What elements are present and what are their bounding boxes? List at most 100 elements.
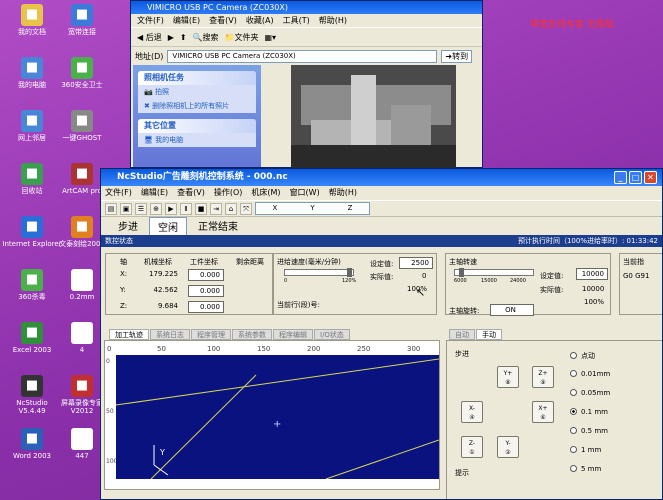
ruler-left-tick: 0 [106,358,110,365]
coord-entry[interactable]: X Y Z [255,202,370,215]
step-option[interactable]: 0.5 mm [570,427,608,435]
mode-tab[interactable]: 步进 [109,216,147,235]
pause-icon[interactable]: Ⅱ [180,202,192,215]
view-tab[interactable]: 程序管理 [191,329,231,340]
axis-header-remaining: 剩余距离 [236,258,264,266]
view-tab[interactable]: 程序编辑 [273,329,313,340]
jog-y-minus-button[interactable]: Y- ② [497,436,519,458]
jog-z-minus-button[interactable]: Z- ① [461,436,483,458]
ncstudio-icon: ■ [21,375,43,397]
step-option[interactable]: 点动 [570,351,595,361]
view-tab[interactable]: 系统参数 [232,329,272,340]
maximize-button[interactable]: □ [629,171,642,184]
spindle-set-value[interactable]: 10000 [576,268,608,280]
nc-titlebar: NcStudio广告雕刻机控制系统 - 000.nc _ □ ✕ [101,169,662,186]
control-tab[interactable]: 手动 [476,329,502,340]
feed-slider-thumb[interactable] [347,268,352,277]
place-my-computer[interactable]: 🖥 我的电脑 [138,133,256,147]
step-option[interactable]: 0.1 mm [570,408,608,416]
desktop-icon[interactable]: ■ 宽带连接 [52,4,112,36]
home-icon[interactable]: ⌂ [225,202,237,215]
open-file-icon[interactable]: ▤ [105,202,117,215]
back-label: 后退 [145,32,162,42]
step-option[interactable]: 5 mm [570,465,601,473]
explorer-menu-item[interactable]: 文件(F) [137,16,164,25]
desktop-icon[interactable]: ■ 360安全卫士 [52,57,112,89]
nc-menu-item[interactable]: 窗口(W) [290,188,320,197]
desktop-icon[interactable]: ■ 一键GHOST [52,110,112,142]
list-icon[interactable]: ☰ [135,202,147,215]
ruler-top-tick: 0 [107,345,111,353]
close-button[interactable]: ✕ [644,171,657,184]
nc-menu-item[interactable]: 机床(M) [251,188,280,197]
task-delete-photos[interactable]: ✖ 删除照相机上的所有照片 [138,99,256,113]
save-icon[interactable]: ▣ [120,202,132,215]
radio-icon[interactable] [570,389,577,396]
jog-z-plus-button[interactable]: Z+ ⑨ [532,366,554,388]
explorer-menu-item[interactable]: 收藏(A) [246,16,274,25]
coord-z-label: Z [347,204,353,212]
control-tab[interactable]: 自动 [449,329,475,340]
feed-slider[interactable] [284,268,354,277]
jog-y-plus-button[interactable]: Y+ ⑧ [497,366,519,388]
nc-menu-item[interactable]: 编辑(E) [141,188,168,197]
other-places-title[interactable]: 其它位置 [138,119,256,133]
nc-menu-item[interactable]: 操作(O) [214,188,243,197]
back-button[interactable]: ◀ 后退 [137,32,162,43]
forward-button[interactable]: ▶ [168,33,174,42]
view-tab[interactable]: 系统日志 [150,329,190,340]
views-button[interactable]: ▦▾ [265,33,277,42]
ruler-top-tick: 200 [307,345,320,353]
step-option[interactable]: 1 mm [570,446,601,454]
current-cmd-label: 当前指 [623,258,644,266]
nc-menu-item[interactable]: 帮助(H) [329,188,357,197]
up-button[interactable]: ⬆ [180,33,187,42]
mode-tab[interactable]: 正常结束 [189,216,247,235]
zoom-icon[interactable]: ⊕ [150,202,162,215]
radio-icon[interactable] [570,408,577,415]
folders-button[interactable]: 📁文件夹 [225,32,259,43]
jog-icon[interactable]: ⤧ [240,202,252,215]
nc-menu-item[interactable]: 查看(V) [177,188,205,197]
explorer-menu-item[interactable]: 编辑(E) [173,16,200,25]
mode-tab[interactable]: 空闲 [149,217,187,235]
camera-tasks-panel: 照相机任务 📷 拍照 ✖ 删除照相机上的所有照片 [138,71,256,113]
task-take-photo[interactable]: 📷 拍照 [138,85,256,99]
radio-icon[interactable] [570,370,577,377]
step-option[interactable]: 0.01mm [570,370,610,378]
address-input[interactable]: VIMICRO USB PC Camera (ZC030X) [167,49,438,63]
view-tab[interactable]: 加工轨迹 [109,329,149,340]
radio-icon[interactable] [570,446,577,453]
explorer-window: VIMICRO USB PC Camera (ZC030X) 文件(F) 编辑(E… [130,0,483,169]
minimize-button[interactable]: _ [614,171,627,184]
step-option[interactable]: 0.05mm [570,389,610,397]
go-button[interactable]: ➜转到 [441,49,473,63]
axis-x-work: 0.000 [188,269,224,281]
spindle-percent: 100% [584,298,605,306]
jog-x-minus-button[interactable]: X- ④ [461,401,483,423]
spindle-slider-thumb[interactable] [459,268,464,277]
search-button[interactable]: 🔍搜索 [193,32,219,43]
radio-icon[interactable] [570,427,577,434]
radio-icon[interactable] [570,465,577,472]
explorer-toolbar: ◀ 后退 ▶ ⬆ 🔍搜索 📁文件夹 ▦▾ [131,27,482,47]
radio-icon[interactable] [570,352,577,359]
jog-x-plus-button[interactable]: X+ ⑥ [532,401,554,423]
explorer-menu-item[interactable]: 查看(V) [209,16,237,25]
current-cmd-value: G0 G91 [623,272,650,280]
stop-icon[interactable]: ■ [195,202,207,215]
camera-tasks-title[interactable]: 照相机任务 [138,71,256,85]
step-option-label: 点动 [581,352,595,360]
view-tab[interactable]: I/O状态 [314,329,350,340]
step-icon[interactable]: ⇥ [210,202,222,215]
explorer-menu-item[interactable]: 帮助(H) [319,16,347,25]
run-icon[interactable]: ▶ [165,202,177,215]
nc-menu-item[interactable]: 文件(F) [105,188,132,197]
trajectory-view[interactable]: + Y [115,355,440,480]
feed-title: 进给速度(毫米/分钟) [277,258,341,266]
axis-header-machine: 机械坐标 [144,258,172,266]
explorer-menu-item[interactable]: 工具(T) [283,16,310,25]
feed-set-value[interactable]: 2500 [399,257,433,269]
folder-icon: ■ [21,4,43,26]
spindle-slider[interactable] [454,268,534,277]
